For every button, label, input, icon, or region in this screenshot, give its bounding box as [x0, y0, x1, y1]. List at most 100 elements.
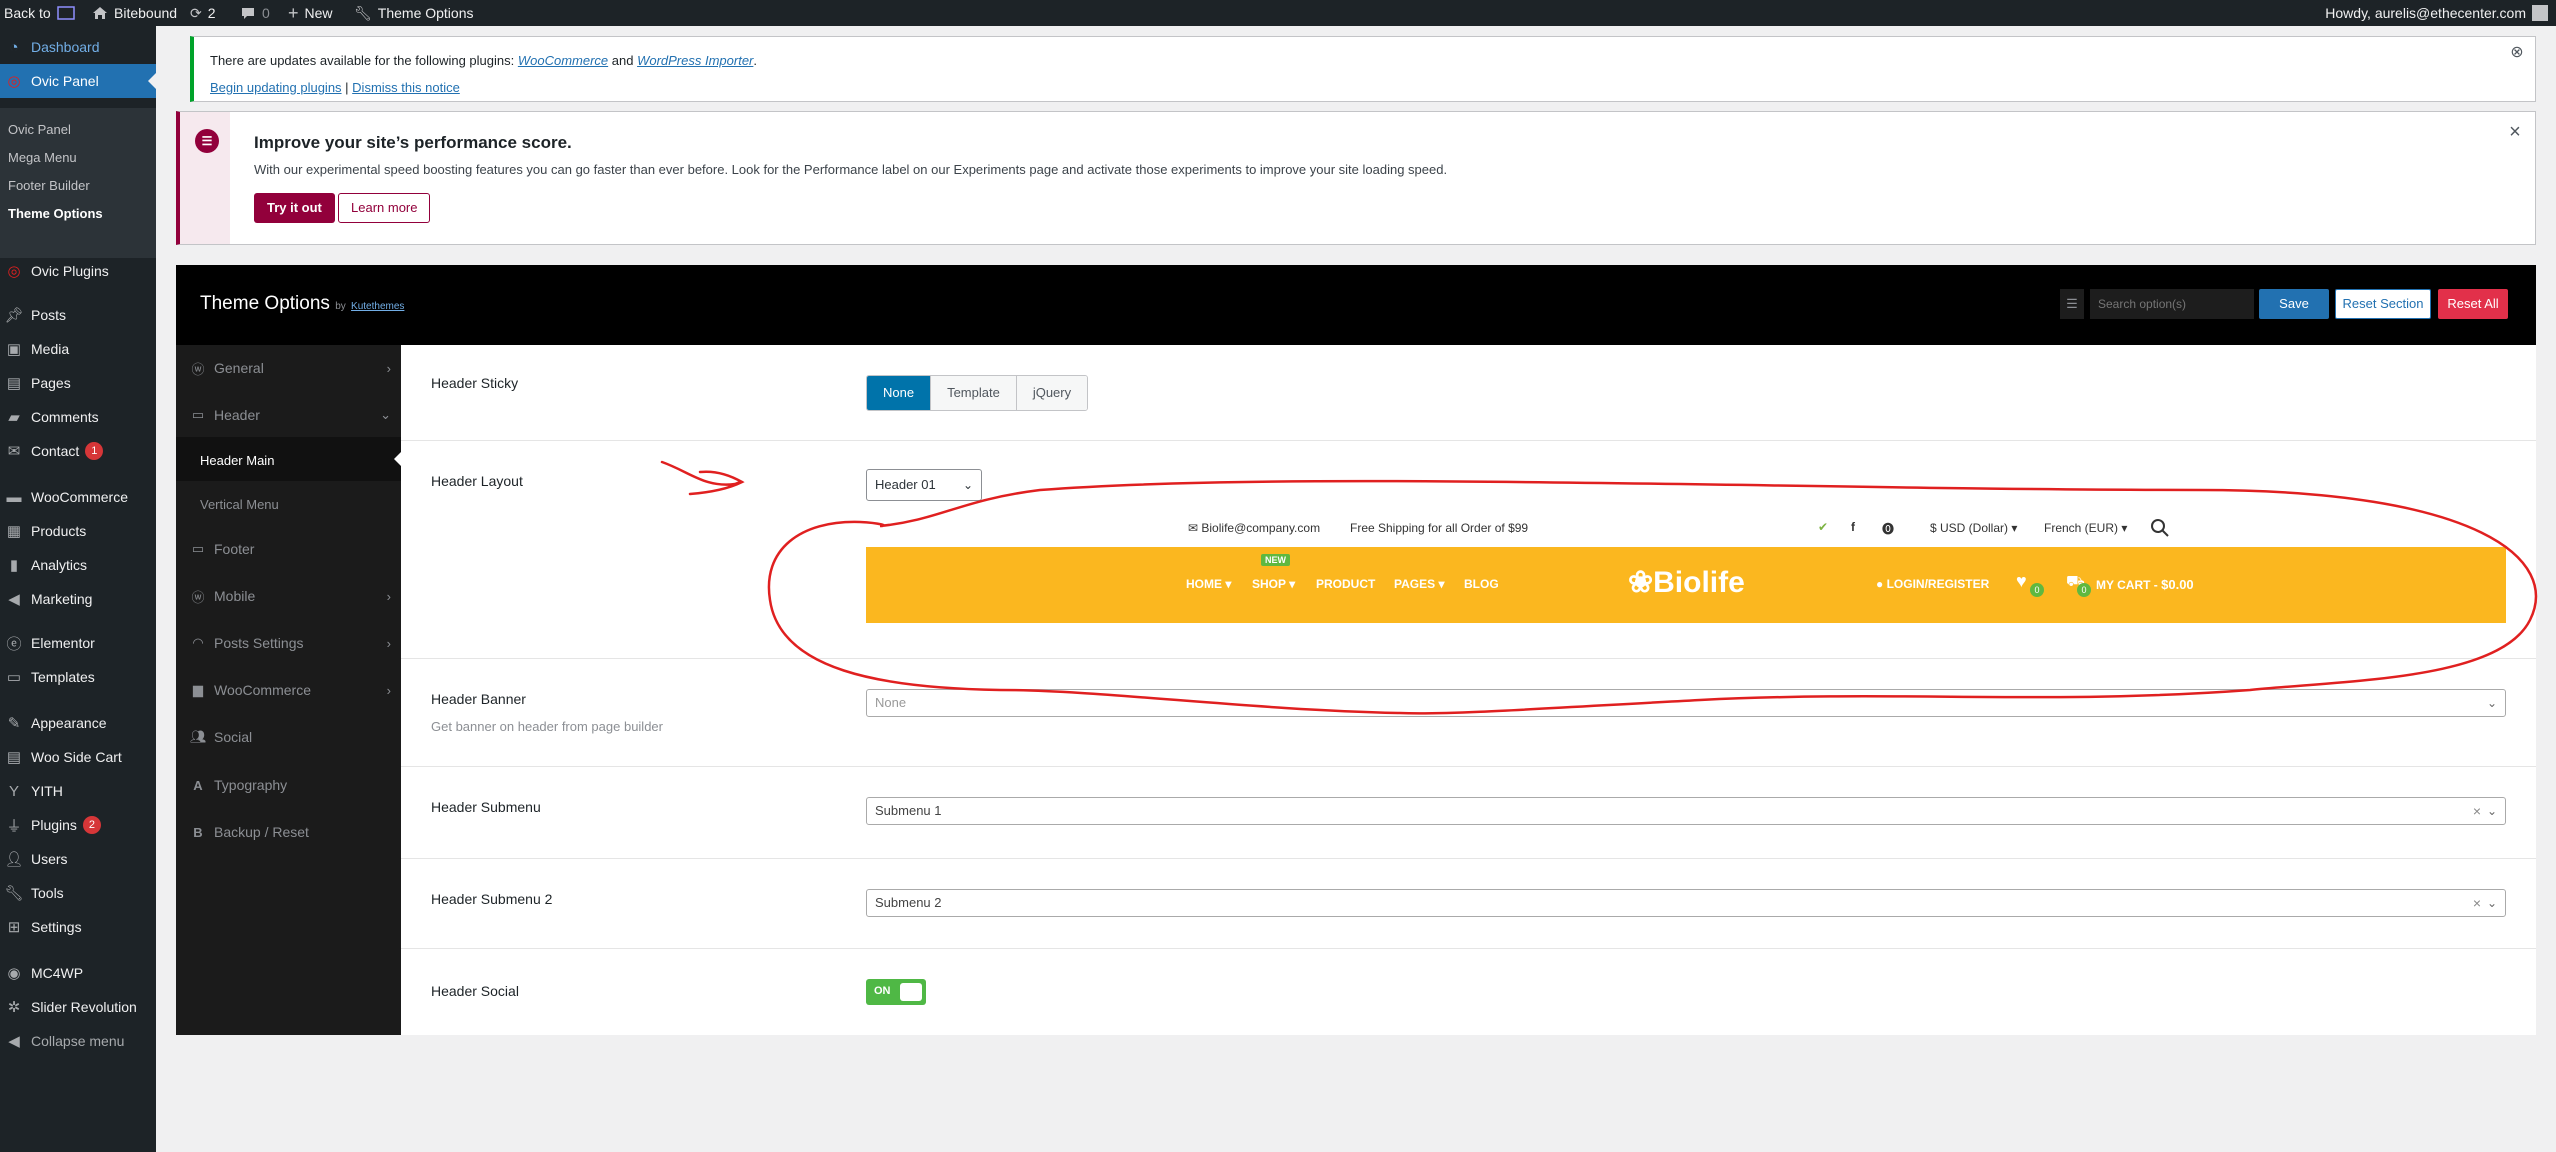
header-submenu-select[interactable]: Submenu 1 × ⌄: [866, 797, 2506, 825]
nav-header-main[interactable]: Header Main: [176, 437, 401, 483]
header-layout-select[interactable]: Header 01 ⌄: [866, 469, 982, 501]
wordpress-importer-link[interactable]: WordPress Importer: [637, 53, 753, 68]
preview-email: ✉ Biolife@company.com: [1188, 521, 1321, 535]
sidebar-item-yith[interactable]: Y YITH: [0, 774, 156, 808]
sticky-option-template[interactable]: Template: [931, 376, 1017, 410]
nav-header[interactable]: ▭ Header ⌄: [176, 392, 401, 438]
header-submenu-2-select[interactable]: Submenu 2 × ⌄: [866, 889, 2506, 917]
field-header-sticky: Header Sticky None Template jQuery: [401, 345, 2536, 441]
author-link[interactable]: Kutethemes: [351, 301, 404, 312]
notice-period: .: [753, 53, 758, 68]
elementor-icon: ☰: [195, 129, 219, 153]
currency-text: $ USD (Dollar): [1930, 521, 2009, 535]
analytics-icon: ▮: [9, 557, 19, 574]
plugin-updates-notice: There are updates available for the foll…: [190, 36, 2536, 102]
reset-all-button[interactable]: Reset All: [2438, 289, 2508, 319]
refresh-icon: ⟳: [190, 5, 202, 21]
sticky-option-jquery[interactable]: jQuery: [1016, 376, 1088, 410]
sidebar-label: Collapse menu: [31, 1033, 125, 1049]
sidebar-item-mc4wp[interactable]: ◉ MC4WP: [0, 956, 156, 990]
leaf-icon: ❀: [1628, 566, 1654, 599]
sidebar-item-comments[interactable]: ▰ Comments: [0, 400, 156, 434]
nav-vertical-menu[interactable]: Vertical Menu: [176, 481, 401, 527]
sidebar-item-tools[interactable]: 🔧︎ Tools: [0, 876, 156, 910]
submenu-mega-menu[interactable]: Mega Menu: [8, 150, 77, 165]
updates-count: 2: [207, 5, 216, 21]
sidebar-item-appearance[interactable]: ✎ Appearance: [0, 706, 156, 740]
sidebar-item-analytics[interactable]: ▮ Analytics: [0, 548, 156, 582]
new-content-link[interactable]: + New: [288, 0, 333, 26]
sidebar-item-pages[interactable]: ▤ Pages: [0, 366, 156, 400]
sidebar-item-ovic-plugins[interactable]: ◎ Ovic Plugins: [0, 254, 156, 288]
theme-options-link[interactable]: 🔧︎ Theme Options: [354, 0, 474, 26]
clear-icon[interactable]: ×: [2473, 890, 2481, 916]
sidebar-item-products[interactable]: ▦ Products: [0, 514, 156, 548]
search-options-input[interactable]: [2090, 289, 2254, 319]
nav-social[interactable]: 👥︎ Social: [176, 714, 401, 760]
folder-open-icon: ▭: [191, 407, 205, 422]
updates-link[interactable]: ⟳ 2: [190, 0, 216, 26]
sidebar-label: Ovic Panel: [31, 73, 99, 89]
nav-label: Backup / Reset: [214, 824, 309, 840]
close-icon[interactable]: ⊗: [2507, 43, 2527, 63]
sticky-option-none[interactable]: None: [867, 376, 932, 410]
nav-general[interactable]: ⓦ General ›: [176, 345, 401, 391]
products-icon: ▦: [6, 523, 22, 540]
submenu-ovic-panel[interactable]: Ovic Panel: [8, 122, 71, 137]
clear-icon[interactable]: ×: [2473, 798, 2481, 824]
sidebar-item-plugins[interactable]: ⏚ Plugins 2: [0, 808, 156, 842]
sidebar-item-contact[interactable]: ✉︎ Contact 1: [0, 434, 156, 468]
sidebar-item-posts[interactable]: 📌︎ Posts: [0, 298, 156, 332]
sidebar-label: Users: [31, 851, 68, 867]
sidebar-item-ovic-panel[interactable]: ◎ Ovic Panel: [0, 64, 156, 98]
wishlist-count: 0: [2030, 583, 2044, 597]
sidebar-label: Plugins: [31, 817, 77, 833]
comments-link[interactable]: 0: [240, 0, 270, 26]
sidebar-item-marketing[interactable]: ◀ Marketing: [0, 582, 156, 616]
woocommerce-link[interactable]: WooCommerce: [518, 53, 608, 68]
sidebar-item-templates[interactable]: ▭ Templates: [0, 660, 156, 694]
sidebar-item-settings[interactable]: ⊞ Settings: [0, 910, 156, 944]
nav-posts-settings[interactable]: ◠ Posts Settings ›: [176, 620, 401, 666]
sidebar-item-users[interactable]: 👤︎ Users: [0, 842, 156, 876]
sidebar-label: Ovic Plugins: [31, 263, 109, 279]
submenu-theme-options[interactable]: Theme Options: [8, 206, 103, 221]
my-account-link[interactable]: Howdy, aurelis@ethecenter.com: [2325, 0, 2548, 26]
save-button[interactable]: Save: [2259, 289, 2329, 319]
nav-mobile[interactable]: ⓦ Mobile ›: [176, 573, 401, 619]
notice-prefix: There are updates available for the foll…: [210, 53, 518, 68]
learn-more-button[interactable]: Learn more: [338, 193, 431, 223]
sidebar-label: Contact: [31, 443, 80, 459]
try-it-out-button[interactable]: Try it out: [254, 193, 335, 223]
sidebar-collapse-menu[interactable]: ◀ Collapse menu: [0, 1024, 156, 1058]
nav-typography[interactable]: A Typography: [176, 762, 401, 808]
close-icon[interactable]: ×: [2505, 122, 2525, 142]
header-preview-topbar: ✉ Biolife@company.com Free Shipping for …: [866, 516, 2506, 540]
sidebar-item-slider-revolution[interactable]: ✲ Slider Revolution: [0, 990, 156, 1024]
submenu-footer-builder[interactable]: Footer Builder: [8, 178, 90, 193]
back-to-link[interactable]: Back to: [4, 0, 75, 26]
chevron-down-icon: ⌄: [962, 478, 973, 492]
performance-notice: ☰ Improve your site’s performance score.…: [176, 111, 2536, 245]
sidebar-item-elementor[interactable]: ⓔ Elementor: [0, 626, 156, 660]
sidebar-item-woocommerce[interactable]: ▬ WooCommerce: [0, 480, 156, 514]
sidebar-item-woo-side-cart[interactable]: ▤ Woo Side Cart: [0, 740, 156, 774]
admin-bar: Back to Bitebound ⟳ 2 0 + New 🔧︎ Theme O…: [0, 0, 2556, 26]
ovic-icon: ◎: [7, 73, 21, 90]
site-home-link[interactable]: Bitebound: [92, 0, 177, 26]
header-social-toggle[interactable]: ON: [866, 979, 926, 1005]
reset-section-button[interactable]: Reset Section: [2335, 289, 2431, 319]
nav-footer[interactable]: ▭ Footer: [176, 526, 401, 572]
sidebar-item-media[interactable]: ▣ Media: [0, 332, 156, 366]
expand-all-icon[interactable]: ☰: [2060, 289, 2084, 319]
sidebar-item-dashboard[interactable]: ◔ Dashboard: [0, 30, 156, 64]
nav-backup-reset[interactable]: B Backup / Reset: [176, 809, 401, 855]
login-text: LOGIN/REGISTER: [1886, 577, 1990, 591]
notice-and: and: [608, 53, 638, 68]
header-banner-select[interactable]: None ⌄: [866, 689, 2506, 717]
nav-woocommerce[interactable]: ▆ WooCommerce ›: [176, 667, 401, 713]
dismiss-notice-link[interactable]: Dismiss this notice: [352, 80, 460, 95]
user-icon: ●: [1876, 577, 1884, 591]
begin-updating-link[interactable]: Begin updating plugins: [210, 80, 342, 95]
theme-options-nav: ⓦ General › ▭ Header ⌄ Header Main Vertical …: [176, 345, 401, 1035]
